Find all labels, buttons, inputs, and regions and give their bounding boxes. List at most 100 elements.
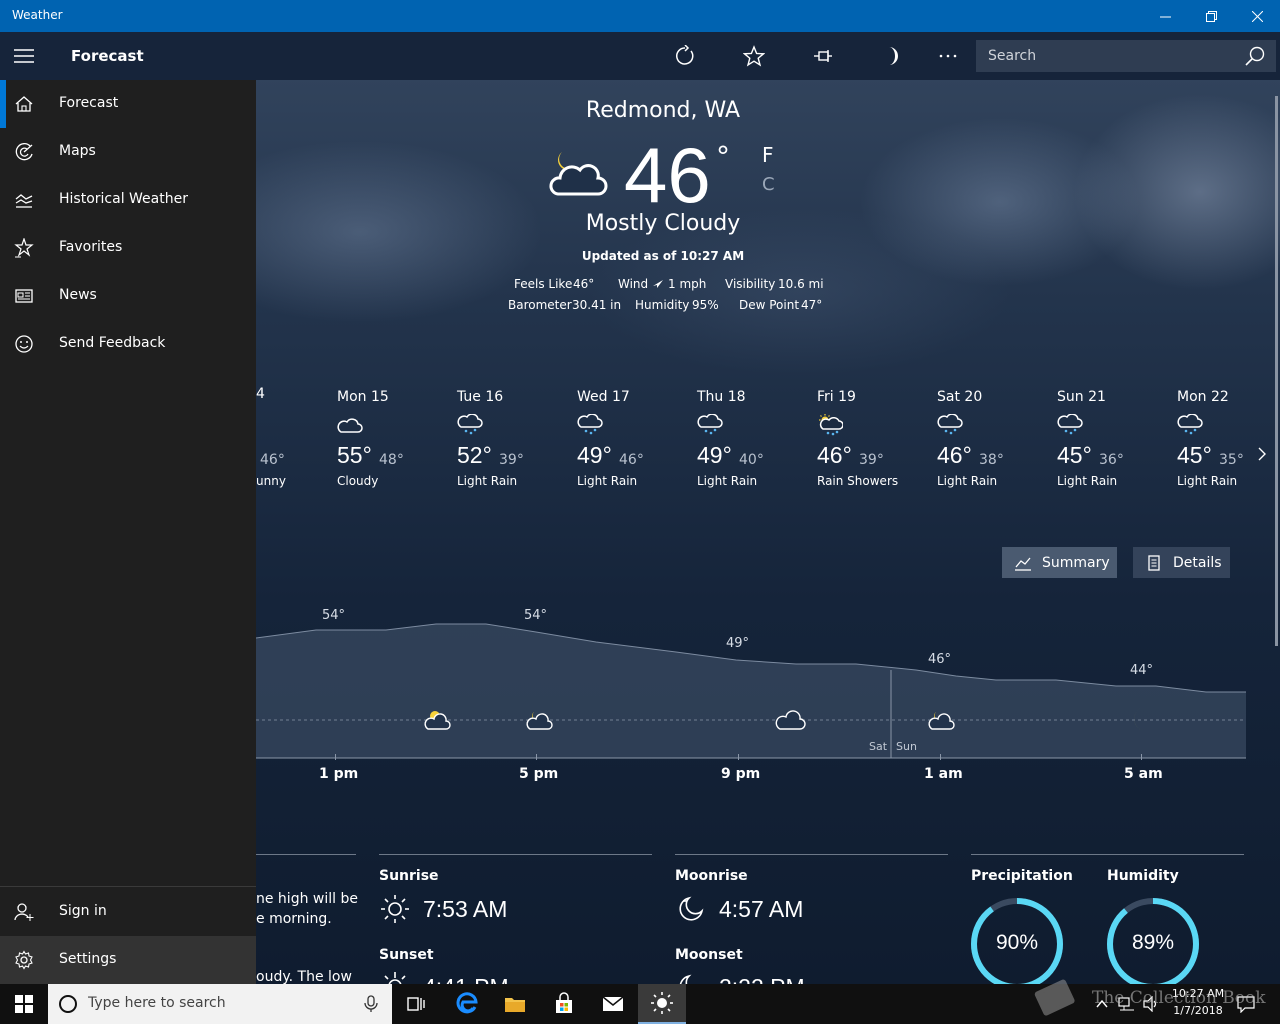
edge-button[interactable] xyxy=(443,984,491,1024)
nav-item-settings[interactable]: Settings xyxy=(0,936,256,984)
hourly-temp-2: 54° xyxy=(524,608,548,623)
daily-item[interactable]: Wed 17 49° 46° Light Rain xyxy=(577,386,687,488)
nav-item-maps[interactable]: Maps xyxy=(0,128,256,176)
mail-icon xyxy=(602,996,624,1011)
day-low: 38° xyxy=(979,452,1004,468)
divider-stats xyxy=(971,854,1244,855)
daily-item[interactable]: Thu 18 49° 40° Light Rain xyxy=(697,386,807,488)
details-button[interactable]: Details xyxy=(1133,547,1230,578)
divider-summary xyxy=(256,854,356,855)
dark-mode-button[interactable] xyxy=(872,38,908,74)
day-condition: Light Rain xyxy=(697,474,758,488)
nav-item-favorites[interactable]: Favorites xyxy=(0,224,256,272)
hamburger-icon xyxy=(14,49,34,63)
current-temperature: 46 xyxy=(624,131,711,219)
search-box[interactable] xyxy=(976,40,1276,72)
close-button[interactable] xyxy=(1234,0,1280,32)
nav-item-news[interactable]: News xyxy=(0,272,256,320)
sunrise-time: 7:53 AM xyxy=(423,896,508,922)
day-high: 49° xyxy=(697,442,732,468)
day-low: 46° xyxy=(260,452,285,468)
weather-taskbar-button[interactable] xyxy=(638,984,686,1024)
vertical-scrollbar[interactable] xyxy=(1275,96,1278,646)
day-name: Thu 18 xyxy=(697,389,746,405)
hourly-area xyxy=(256,624,1246,758)
taskbar-search-input[interactable] xyxy=(88,995,348,1011)
restore-button[interactable] xyxy=(1188,0,1234,32)
nav-item-historical-weather[interactable]: Historical Weather xyxy=(0,176,256,224)
daily-item[interactable]: Sat 20 46° 38° Light Rain xyxy=(937,386,1047,488)
daily-item[interactable]: Fri 19 46° 39° Rain Showers xyxy=(817,386,927,488)
weather-app: Weather Forecast Search Redmond, WA 46 °… xyxy=(0,0,1280,1024)
nav-item-sign-in[interactable]: Sign in xyxy=(0,888,256,936)
star-list-icon xyxy=(14,238,34,258)
hour-label-3: 9 pm xyxy=(721,766,761,782)
more-button[interactable] xyxy=(930,38,966,74)
more-icon xyxy=(939,54,957,58)
chevron-right-icon[interactable] xyxy=(1254,446,1270,462)
microphone-icon[interactable] xyxy=(364,995,378,1013)
cloud-icon xyxy=(337,418,363,433)
daily-item[interactable]: Tue 16 52° 39° Light Rain xyxy=(457,386,567,488)
daily-item[interactable]: Sun 21 45° 36° Light Rain xyxy=(1057,386,1167,488)
store-icon xyxy=(556,992,572,1013)
day-condition: unny xyxy=(256,474,286,488)
location-name: Redmond, WA xyxy=(585,98,741,123)
day-low: 35° xyxy=(1219,452,1244,468)
feels-like-value: 46° xyxy=(573,277,595,291)
home-icon xyxy=(15,96,33,112)
summary-button[interactable]: Summary xyxy=(1002,547,1117,578)
hourly-temp-1: 54° xyxy=(322,608,346,623)
moon-icon xyxy=(889,47,898,65)
search-input[interactable] xyxy=(976,48,1236,64)
watermark-book-icon xyxy=(1034,979,1075,1016)
store-button[interactable] xyxy=(540,984,588,1024)
taskbar-search[interactable] xyxy=(48,984,392,1024)
start-button[interactable] xyxy=(0,984,48,1024)
nav-label: Send Feedback xyxy=(59,335,166,351)
taskbar: 10:27 AM 1/7/2018 xyxy=(0,984,1280,1024)
day-low: 46° xyxy=(619,452,644,468)
humidity-detail-value: 89% xyxy=(1131,931,1175,954)
moonset-time: 2:22 PM xyxy=(719,974,805,984)
partly-cloudy-night-icon xyxy=(549,152,608,196)
rain-cloud-icon xyxy=(937,414,963,435)
daily-item[interactable]: Mon 15 55° 48° Cloudy xyxy=(337,386,447,488)
summary-text-1: ne high will be xyxy=(256,891,358,907)
moonrise-time: 4:57 AM xyxy=(719,896,804,922)
unit-fahrenheit[interactable]: F xyxy=(762,143,774,167)
nav-label: Settings xyxy=(59,951,117,967)
visibility-label: Visibility xyxy=(725,277,776,291)
daily-item[interactable]: Mon 22 45° 35° Light Rain xyxy=(1177,386,1280,488)
favorite-button[interactable] xyxy=(736,38,772,74)
file-explorer-button[interactable] xyxy=(491,984,539,1024)
sunset-icon xyxy=(384,972,406,984)
unit-celsius[interactable]: C xyxy=(762,174,775,195)
nav-item-send-feedback[interactable]: Send Feedback xyxy=(0,320,256,368)
divider-sun xyxy=(379,854,652,855)
sunset-label: Sunset xyxy=(379,947,434,963)
wind-value: 1 mph xyxy=(668,277,707,291)
humidity-detail-label: Humidity xyxy=(1107,868,1179,884)
task-view-button[interactable] xyxy=(392,984,440,1024)
title-bar: Weather xyxy=(0,0,1280,32)
watermark-text: The Collection Book xyxy=(1092,988,1266,1008)
day-high: 46° xyxy=(937,442,972,468)
page-title: Forecast xyxy=(71,47,144,65)
nav-item-forecast[interactable]: Forecast xyxy=(0,80,256,128)
day-high: 52° xyxy=(457,442,492,468)
sun-icon xyxy=(651,992,673,1014)
rain-cloud-icon xyxy=(697,414,723,435)
minimize-icon xyxy=(1159,16,1171,17)
mail-button[interactable] xyxy=(589,984,637,1024)
dew-point-label: Dew Point xyxy=(739,298,800,312)
minimize-button[interactable] xyxy=(1142,0,1188,32)
star-icon xyxy=(743,45,765,67)
search-icon[interactable] xyxy=(1244,45,1266,67)
day-name: Sat 20 xyxy=(937,389,983,405)
hamburger-button[interactable] xyxy=(0,32,48,80)
rain-cloud-icon xyxy=(1057,414,1083,435)
moonrise-icon xyxy=(679,896,704,921)
refresh-button[interactable] xyxy=(667,38,703,74)
pin-button[interactable] xyxy=(805,38,841,74)
